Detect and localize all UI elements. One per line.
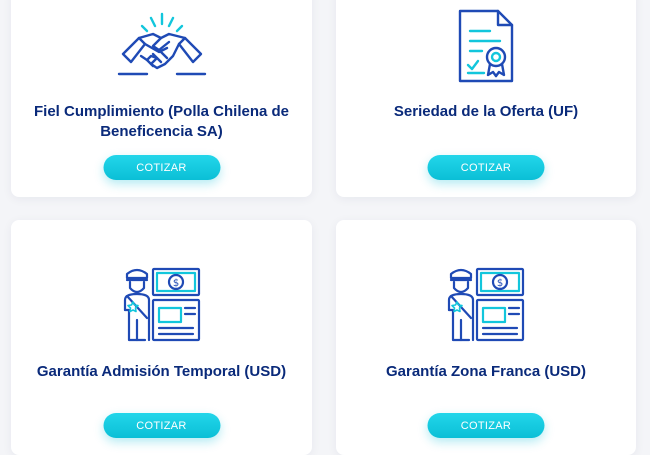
cotizar-button[interactable]: COTIZAR — [103, 155, 220, 180]
card-title: Seriedad de la Oferta (UF) — [393, 103, 579, 120]
card-title: Garantía Zona Franca (USD) — [385, 363, 587, 380]
svg-text:$: $ — [172, 278, 178, 289]
product-card-zona-franca: $ Garantía Zona Franca (USD) COTIZAR — [336, 220, 636, 455]
product-card-fiel-cumplimiento: Fiel Cumplimiento (Polla Chilena de Bene… — [11, 0, 312, 197]
card-title: Garantía Admisión Temporal (USD) — [36, 363, 287, 380]
handshake-icon — [117, 4, 207, 84]
customs-officer-icon: $ — [447, 266, 525, 342]
cotizar-button[interactable]: COTIZAR — [103, 413, 220, 438]
svg-text:$: $ — [497, 278, 503, 289]
cotizar-button[interactable]: COTIZAR — [427, 155, 545, 180]
card-title: Fiel Cumplimiento (Polla Chilena de Bene… — [33, 103, 290, 140]
product-card-seriedad-oferta: Seriedad de la Oferta (UF) COTIZAR — [336, 0, 636, 197]
certificate-icon — [454, 7, 518, 85]
product-card-admision-temporal: $ Garantía Admisión Temporal (USD) COTIZ… — [11, 220, 312, 455]
cotizar-button[interactable]: COTIZAR — [427, 413, 545, 438]
customs-officer-icon: $ — [123, 266, 201, 342]
